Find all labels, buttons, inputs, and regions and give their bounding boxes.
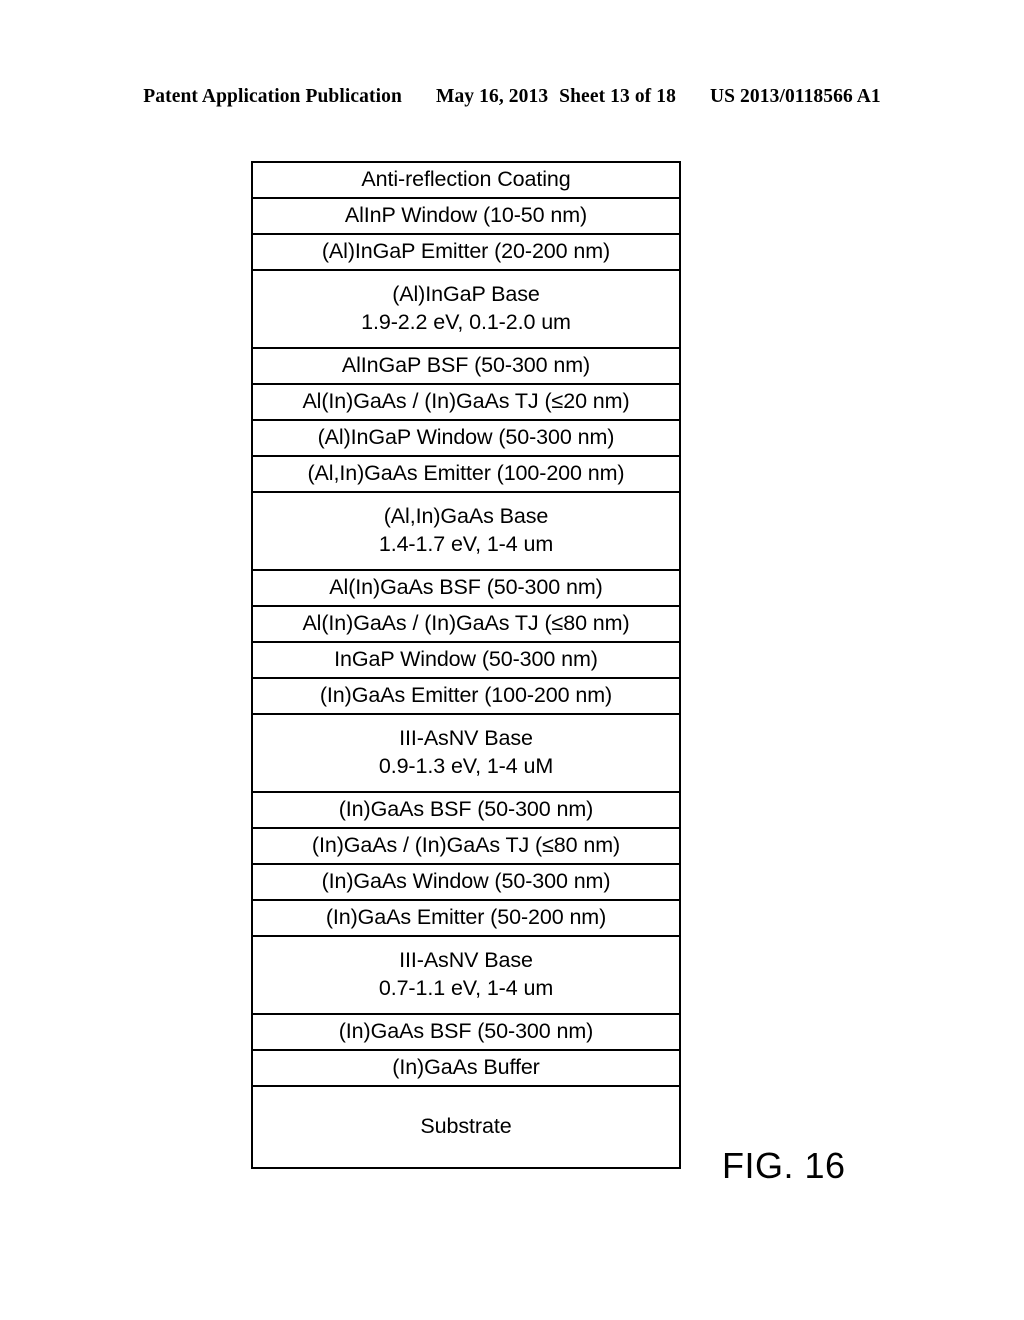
layer-name-text: Al(In)GaAs / (In)GaAs TJ (≤20 nm): [302, 389, 630, 414]
layer-name-text: (In)GaAs BSF (50-300 nm): [338, 1019, 594, 1044]
header-publication-label: Patent Application Publication: [143, 86, 402, 107]
layer-stack-diagram: Anti-reflection Coating AlInP Window (10-…: [251, 161, 681, 1169]
patent-header: Patent Application Publication May 16, 2…: [0, 86, 1024, 112]
layer-name-text: (In)GaAs Buffer: [392, 1055, 540, 1080]
layer-row: (Al,In)GaAs Emitter (100-200 nm): [253, 457, 679, 493]
layer-name-text: (In)GaAs / (In)GaAs TJ (≤80 nm): [311, 833, 621, 858]
layer-row: (Al)InGaP Base 1.9-2.2 eV, 0.1-2.0 um: [253, 271, 679, 349]
layer-row: (Al,In)GaAs Base 1.4-1.7 eV, 1-4 um: [253, 493, 679, 571]
layer-name-text: (In)GaAs Window (50-300 nm): [321, 869, 611, 894]
layer-name-text: (Al)InGaP Base: [392, 282, 540, 307]
layer-name-text: (In)GaAs Emitter (100-200 nm): [319, 683, 613, 708]
layer-name-text: III-AsNV Base: [399, 948, 533, 973]
layer-name-text: Al(In)GaAs / (In)GaAs TJ (≤80 nm): [302, 611, 630, 636]
layer-row: (Al)InGaP Window (50-300 nm): [253, 421, 679, 457]
header-patent-number: US 2013/0118566 A1: [709, 86, 881, 107]
layer-properties-text: 1.9-2.2 eV, 0.1-2.0 um: [361, 310, 571, 334]
layer-name-text: Al(In)GaAs BSF (50-300 nm): [329, 575, 603, 600]
layer-name-text: (In)GaAs Emitter (50-200 nm): [325, 905, 607, 930]
layer-name-text: (In)GaAs BSF (50-300 nm): [338, 797, 594, 822]
layer-row: Al(In)GaAs / (In)GaAs TJ (≤80 nm): [253, 607, 679, 643]
layer-row: Al(In)GaAs BSF (50-300 nm): [253, 571, 679, 607]
layer-properties-text: 1.4-1.7 eV, 1-4 um: [378, 532, 554, 556]
layer-row: Anti-reflection Coating: [253, 163, 679, 199]
layer-name-text: (Al)InGaP Emitter (20-200 nm): [321, 239, 611, 264]
layer-name-text: Anti-reflection Coating: [361, 167, 571, 192]
layer-name-text: AlInP Window (10-50 nm): [344, 203, 588, 228]
layer-name-text: (Al)InGaP Window (50-300 nm): [317, 425, 615, 450]
layer-row: (In)GaAs Emitter (50-200 nm): [253, 901, 679, 937]
layer-row: AlInP Window (10-50 nm): [253, 199, 679, 235]
layer-name-text: AlInGaP BSF (50-300 nm): [341, 353, 591, 378]
figure-label: FIG. 16: [722, 1145, 846, 1186]
header-date-label: May 16, 2013: [435, 86, 549, 107]
layer-row: (In)GaAs / (In)GaAs TJ (≤80 nm): [253, 829, 679, 865]
layer-row: (In)GaAs Window (50-300 nm): [253, 865, 679, 901]
layer-row: III-AsNV Base 0.9-1.3 eV, 1-4 uM: [253, 715, 679, 793]
layer-row: Al(In)GaAs / (In)GaAs TJ (≤20 nm): [253, 385, 679, 421]
layer-row: InGaP Window (50-300 nm): [253, 643, 679, 679]
layer-row: Substrate: [253, 1087, 679, 1167]
layer-row: (In)GaAs Buffer: [253, 1051, 679, 1087]
layer-name-text: III-AsNV Base: [399, 726, 533, 751]
layer-name-text: (Al,In)GaAs Base: [383, 504, 549, 529]
layer-properties-text: 0.7-1.1 eV, 1-4 um: [378, 976, 554, 1000]
layer-row: (In)GaAs Emitter (100-200 nm): [253, 679, 679, 715]
layer-name-text: (Al,In)GaAs Emitter (100-200 nm): [307, 461, 625, 486]
layer-row: (In)GaAs BSF (50-300 nm): [253, 1015, 679, 1051]
layer-row: III-AsNV Base 0.7-1.1 eV, 1-4 um: [253, 937, 679, 1015]
header-sheet-label: Sheet 13 of 18: [559, 86, 676, 107]
layer-name-text: Substrate: [420, 1114, 512, 1139]
layer-row: AlInGaP BSF (50-300 nm): [253, 349, 679, 385]
layer-properties-text: 0.9-1.3 eV, 1-4 uM: [378, 754, 554, 778]
layer-row: (Al)InGaP Emitter (20-200 nm): [253, 235, 679, 271]
layer-row: (In)GaAs BSF (50-300 nm): [253, 793, 679, 829]
layer-name-text: InGaP Window (50-300 nm): [334, 647, 598, 672]
